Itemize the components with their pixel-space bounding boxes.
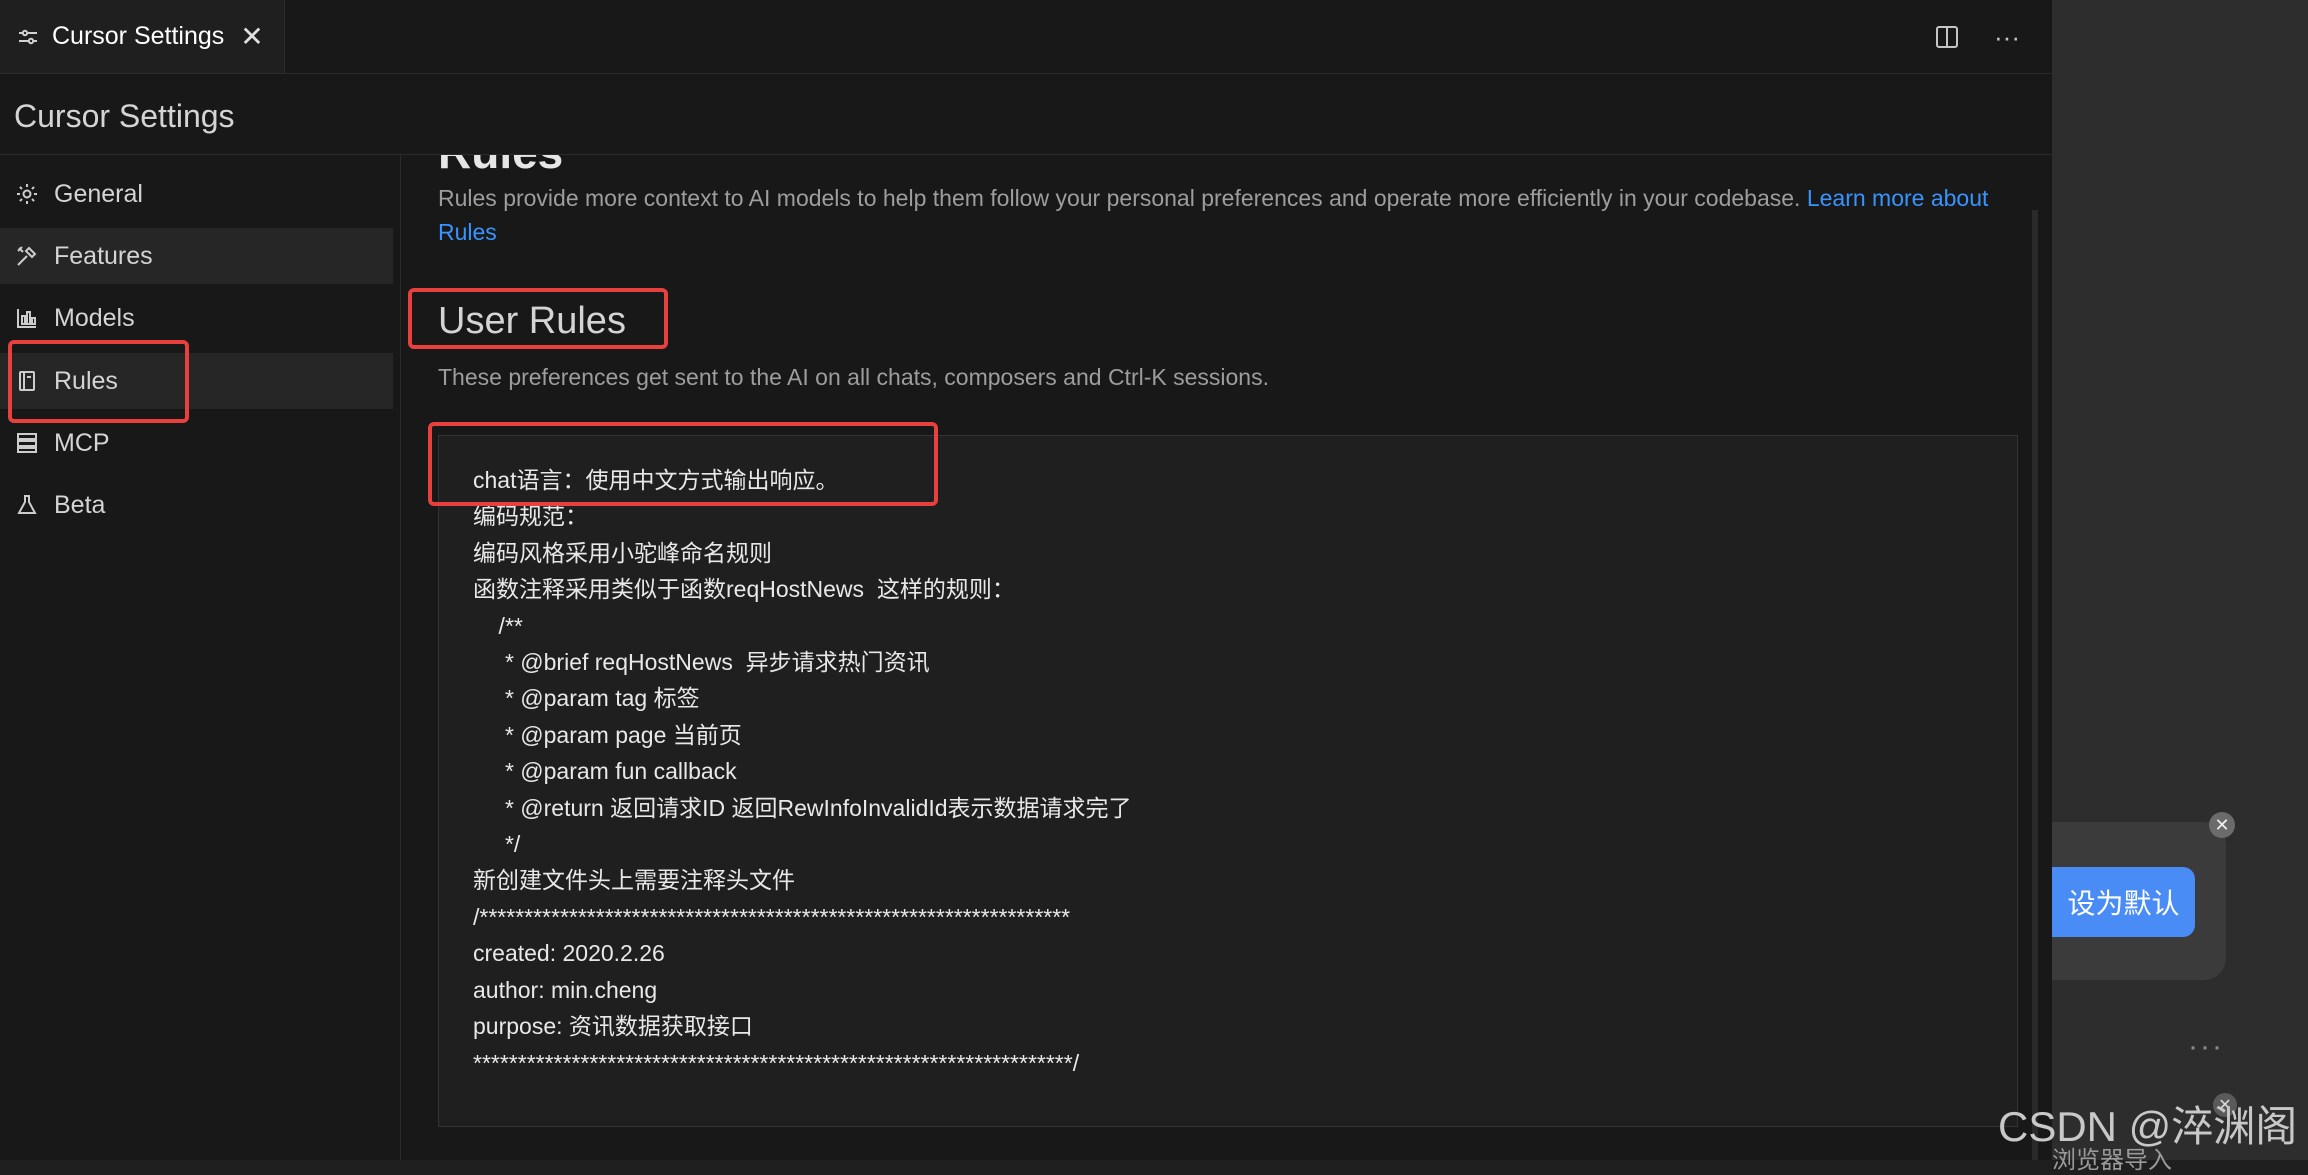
close-icon[interactable]: ✕ [2209, 812, 2235, 838]
user-rules-textarea[interactable]: chat语言：使用中文方式输出响应。 编码规范： 编码风格采用小驼峰命名规则 函… [438, 435, 2018, 1127]
gear-icon [14, 181, 40, 207]
watermark: CSDN @淬渊阁 [1998, 1103, 2298, 1150]
user-rules-description: These preferences get sent to the AI on … [438, 364, 1269, 390]
set-default-button[interactable]: 设为默认 [2052, 867, 2195, 937]
tab-cursor-settings[interactable]: Cursor Settings ✕ [0, 0, 285, 73]
section-description: Rules provide more context to AI models … [438, 181, 2018, 249]
highlight-first-rule-line [428, 422, 938, 506]
server-icon [14, 430, 40, 456]
sidebar-item-features[interactable]: Features [0, 228, 393, 284]
page-header: Cursor Settings [0, 74, 2052, 155]
section-title: Rules [438, 155, 563, 179]
sidebar-item-label: General [54, 179, 143, 208]
cursor-settings-window: Cursor Settings ✕ ··· Cursor Settings Ge… [0, 0, 2052, 1160]
more-options-icon[interactable]: ··· [2188, 1030, 2224, 1064]
sidebar-item-label: Beta [54, 490, 106, 519]
tab-bar: Cursor Settings ✕ ··· [0, 0, 2052, 74]
tab-label: Cursor Settings [52, 22, 225, 50]
sidebar-item-label: Models [54, 303, 135, 332]
sidebar-item-mcp[interactable]: MCP [0, 415, 393, 471]
more-actions-icon[interactable]: ··· [1992, 22, 2022, 52]
split-editor-icon[interactable] [1932, 22, 1962, 52]
settings-sidebar: General Features Models Rules MCP Beta [0, 155, 401, 1160]
sidebar-item-label: Features [54, 241, 153, 270]
sidebar-item-label: MCP [54, 428, 110, 457]
close-icon[interactable]: ✕ [240, 20, 263, 53]
sidebar-item-general[interactable]: General [0, 166, 393, 222]
bar-chart-icon [14, 305, 40, 331]
flask-icon [14, 492, 40, 518]
tools-icon [14, 243, 40, 269]
section-description-text: Rules provide more context to AI models … [438, 185, 1801, 211]
highlight-rules-nav [8, 340, 189, 423]
user-rules-text: chat语言：使用中文方式输出响应。 编码规范： 编码风格采用小驼峰命名规则 函… [473, 467, 1132, 1076]
right-overlay-panel [2052, 0, 2308, 1160]
sidebar-item-models[interactable]: Models [0, 290, 393, 346]
highlight-user-rules-title [408, 288, 668, 349]
page-title: Cursor Settings [14, 98, 235, 134]
scrollbar[interactable] [2032, 210, 2038, 1160]
settings-sliders-icon [16, 25, 40, 49]
sidebar-item-beta[interactable]: Beta [0, 477, 393, 533]
tab-actions: ··· [1932, 22, 2022, 52]
